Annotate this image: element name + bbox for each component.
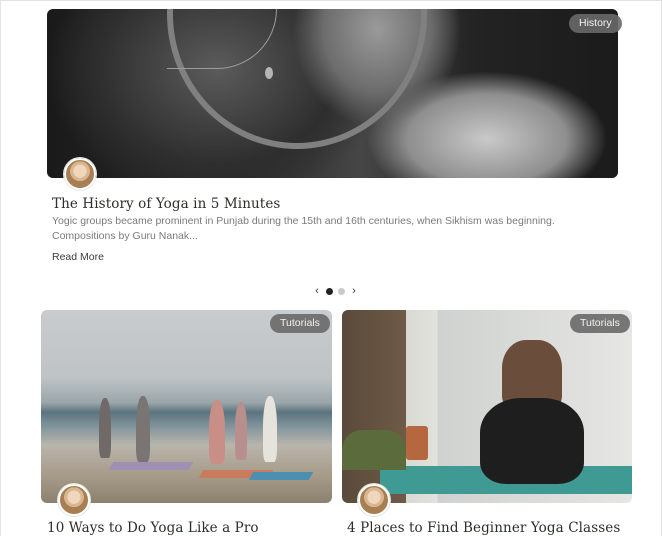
featured-post-excerpt: Yogic groups became prominent in Punjab … — [52, 215, 555, 242]
image-detail — [263, 396, 277, 462]
image-detail — [99, 398, 111, 458]
category-badge[interactable]: History — [569, 14, 622, 33]
post-card-image[interactable] — [342, 310, 632, 503]
author-avatar — [358, 484, 390, 516]
image-detail — [235, 402, 247, 460]
image-detail — [480, 398, 584, 484]
post-card-title[interactable]: 4 Places to Find Beginner Yoga Classes — [347, 520, 620, 536]
slider-dot[interactable] — [338, 287, 345, 295]
category-badge[interactable]: Tutorials — [570, 314, 630, 333]
slider-pager: ‹ › — [313, 285, 358, 297]
post-card-title[interactable]: 10 Ways to Do Yoga Like a Pro — [47, 520, 259, 536]
image-detail — [209, 400, 225, 464]
image-detail — [248, 472, 314, 480]
author-avatar — [58, 484, 90, 516]
image-detail — [342, 430, 406, 470]
chevron-left-icon[interactable]: ‹ — [313, 285, 321, 297]
featured-post-image[interactable] — [47, 9, 618, 178]
post-card-image[interactable] — [41, 310, 332, 503]
chevron-right-icon[interactable]: › — [350, 285, 358, 297]
image-detail — [406, 426, 428, 460]
category-badge[interactable]: Tutorials — [270, 314, 330, 333]
image-detail — [265, 67, 273, 79]
slider-dot[interactable] — [326, 287, 333, 295]
image-detail — [136, 396, 150, 462]
read-more-link[interactable]: Read More — [52, 251, 104, 263]
featured-post-title[interactable]: The History of Yoga in 5 Minutes — [52, 196, 280, 212]
image-detail — [108, 462, 194, 470]
author-avatar — [64, 158, 96, 190]
